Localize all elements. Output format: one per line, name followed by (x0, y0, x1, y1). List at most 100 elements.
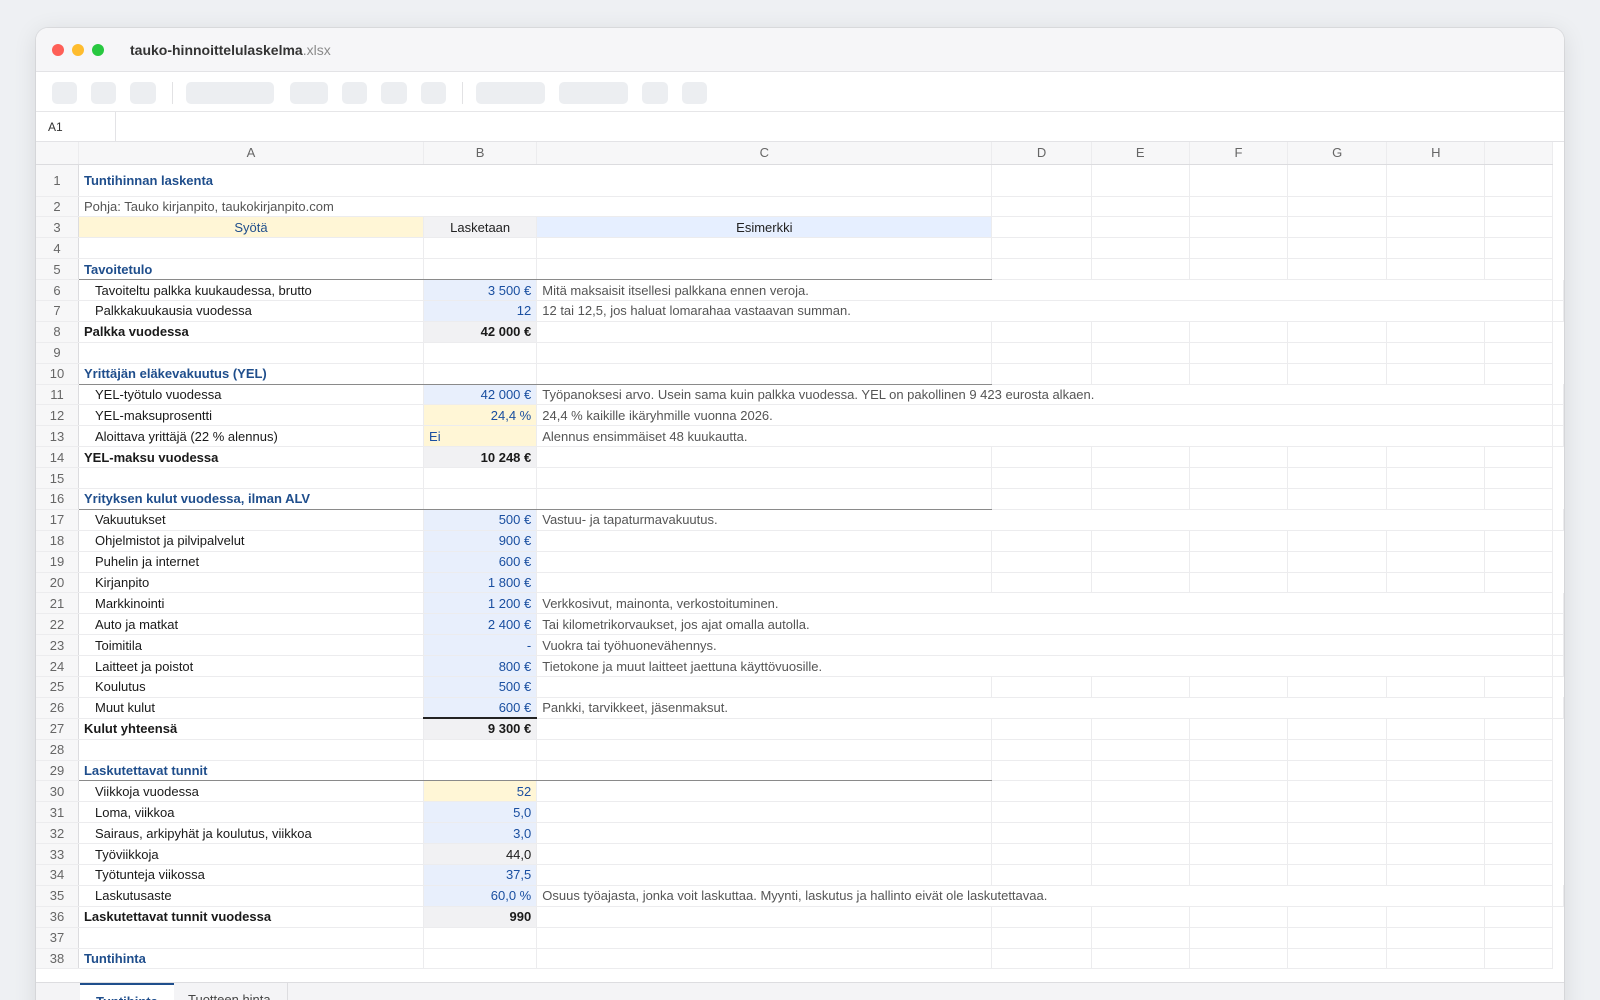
cell[interactable] (536, 864, 993, 886)
cell[interactable] (991, 446, 1092, 469)
cell[interactable] (991, 864, 1092, 886)
row-header[interactable]: 33 (36, 843, 79, 865)
cell[interactable] (1386, 718, 1486, 740)
cell[interactable] (1386, 801, 1486, 824)
row-note[interactable]: Pankki, tarvikkeet, jäsenmaksut. (536, 697, 1553, 719)
cell[interactable] (991, 927, 1092, 949)
toolbar-dropdown-3[interactable] (476, 82, 545, 104)
cell[interactable] (1484, 237, 1553, 260)
cell[interactable] (1189, 342, 1289, 364)
cell[interactable] (1287, 906, 1388, 928)
row-label[interactable]: Vakuutukset (78, 509, 425, 531)
row-header[interactable]: 19 (36, 551, 79, 573)
cell[interactable] (1091, 196, 1190, 218)
cell[interactable] (1091, 843, 1190, 865)
cell[interactable] (1189, 258, 1289, 281)
row-header[interactable]: 3 (36, 216, 79, 239)
cell[interactable] (1484, 948, 1553, 970)
cell[interactable] (1189, 760, 1289, 782)
cell[interactable] (1484, 342, 1553, 364)
cell[interactable] (1189, 363, 1289, 385)
cell[interactable] (1552, 634, 1564, 657)
cell[interactable] (1091, 948, 1190, 970)
calc-cell[interactable]: 990 (423, 906, 538, 928)
cell[interactable] (1287, 948, 1388, 970)
cell[interactable] (1287, 927, 1388, 949)
cell[interactable] (991, 801, 1092, 824)
row-note[interactable]: Tai kilometrikorvaukset, jos ajat omalla… (536, 613, 1553, 636)
row-header[interactable]: 9 (36, 342, 79, 364)
input-cell[interactable]: 5,0 (423, 801, 538, 824)
cell[interactable] (991, 676, 1092, 698)
row-header[interactable]: 36 (36, 906, 79, 928)
cell[interactable] (991, 342, 1092, 364)
row-header[interactable]: 2 (36, 196, 79, 218)
row-header[interactable]: 18 (36, 530, 79, 552)
row-header[interactable]: 8 (36, 321, 79, 343)
cell[interactable] (1386, 676, 1486, 698)
cell[interactable] (1189, 801, 1289, 824)
row-label[interactable]: Laitteet ja poistot (78, 655, 425, 677)
row-label[interactable]: Sairaus, arkipyhät ja koulutus, viikkoa (78, 822, 425, 845)
row-header[interactable]: 11 (36, 384, 79, 406)
cell[interactable] (1287, 530, 1388, 552)
cell[interactable] (1189, 864, 1289, 886)
cell[interactable] (991, 760, 1092, 782)
column-header-f[interactable]: F (1189, 142, 1289, 165)
column-header-a[interactable]: A (78, 142, 425, 165)
cell[interactable] (536, 760, 993, 782)
cell[interactable] (1484, 530, 1553, 552)
cell[interactable] (1189, 488, 1289, 510)
cell[interactable] (536, 822, 993, 845)
cell[interactable] (423, 258, 538, 281)
cell[interactable] (78, 342, 425, 364)
toolbar-button-2[interactable] (91, 82, 116, 104)
close-window-button[interactable] (52, 43, 64, 56)
total-label[interactable]: Kulut yhteensä (78, 718, 425, 740)
cell[interactable] (1484, 467, 1553, 489)
row-header[interactable]: 13 (36, 425, 79, 448)
cell[interactable] (536, 906, 993, 928)
cell[interactable] (1287, 467, 1388, 489)
cell[interactable] (1287, 196, 1388, 218)
cell[interactable] (1484, 843, 1553, 865)
row-header[interactable]: 31 (36, 801, 79, 824)
cell[interactable] (1484, 363, 1553, 385)
cell[interactable] (1189, 822, 1289, 845)
cell[interactable] (1386, 551, 1486, 573)
row-label[interactable]: Koulutus (78, 676, 425, 698)
cell[interactable] (1091, 258, 1190, 281)
cell[interactable] (1484, 801, 1553, 824)
column-header-h[interactable]: H (1386, 142, 1486, 165)
cell[interactable] (423, 739, 538, 761)
cell[interactable] (1386, 906, 1486, 928)
row-header[interactable]: 4 (36, 237, 79, 260)
row-header[interactable]: 28 (36, 739, 79, 761)
cell[interactable] (1484, 551, 1553, 573)
calc-cell[interactable]: 10 248 € (423, 446, 538, 469)
row-label[interactable]: Laskutusaste (78, 885, 425, 907)
row-label[interactable]: Loma, viikkoa (78, 801, 425, 824)
cell[interactable] (1287, 342, 1388, 364)
source-note[interactable]: Pohja: Tauko kirjanpito, taukokirjanpito… (78, 196, 993, 218)
row-note[interactable]: 12 tai 12,5, jos haluat lomarahaa vastaa… (536, 300, 1553, 322)
select-all-corner[interactable] (36, 142, 79, 165)
row-note[interactable]: Työpanoksesi arvo. Usein sama kuin palkk… (536, 384, 1553, 406)
row-label[interactable]: Ohjelmistot ja pilvipalvelut (78, 530, 425, 552)
section-heading[interactable]: Laskutettavat tunnit (78, 760, 425, 782)
cell[interactable] (1287, 760, 1388, 782)
cell[interactable] (1189, 237, 1289, 260)
cell[interactable] (1484, 258, 1553, 281)
cell[interactable] (423, 927, 538, 949)
input-cell[interactable]: 37,5 (423, 864, 538, 886)
cell[interactable] (423, 363, 538, 385)
row-header[interactable]: 6 (36, 279, 79, 301)
cell[interactable] (1091, 822, 1190, 845)
row-label[interactable]: YEL-maksuprosentti (78, 404, 425, 427)
cell[interactable] (1552, 279, 1564, 301)
cell[interactable] (423, 237, 538, 260)
row-label[interactable]: YEL-työtulo vuodessa (78, 384, 425, 406)
section-heading[interactable]: Tuntihinta (78, 948, 425, 970)
row-label[interactable]: Viikkoja vuodessa (78, 780, 425, 803)
row-label[interactable]: Kirjanpito (78, 572, 425, 594)
